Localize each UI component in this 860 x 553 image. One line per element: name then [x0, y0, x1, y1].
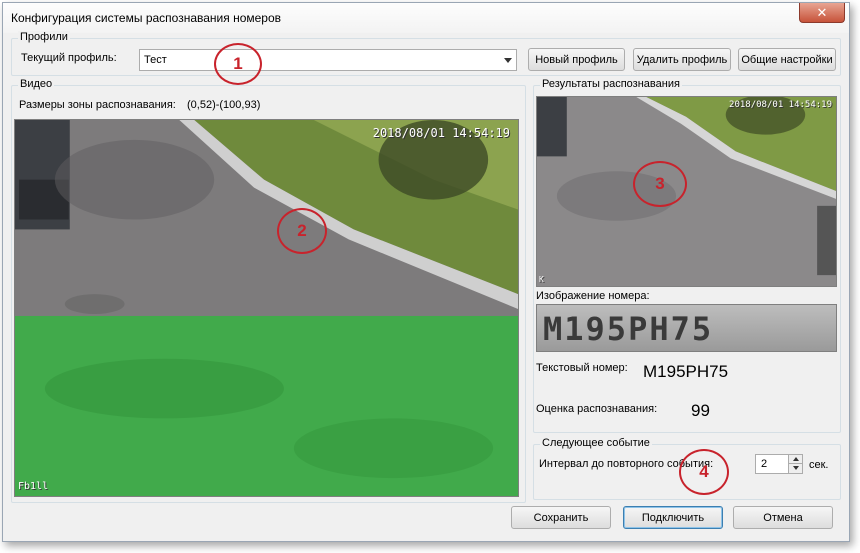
- video-corner-text: Fb1ll: [18, 481, 49, 492]
- plate-image: M195PH75: [536, 304, 837, 352]
- recognition-score-label: Оценка распознавания:: [536, 403, 658, 415]
- result-snapshot: 2018/08/01 14:54:19 K: [536, 96, 837, 287]
- close-icon: ✕: [816, 4, 828, 20]
- annotation-circle-3: 3: [633, 161, 687, 207]
- current-profile-combo[interactable]: Тест: [139, 49, 517, 71]
- annotation-circle-2: 2: [277, 208, 327, 254]
- video-preview[interactable]: 2018/08/01 14:54:19 Fb1ll: [14, 119, 519, 497]
- save-button[interactable]: Сохранить: [511, 506, 611, 529]
- current-profile-label: Текущий профиль:: [21, 52, 117, 64]
- video-group-title: Видео: [18, 78, 55, 90]
- current-profile-value: Тест: [144, 54, 167, 66]
- interval-unit: сек.: [809, 459, 829, 471]
- result-timestamp: 2018/08/01 14:54:19: [729, 100, 832, 110]
- window-title: Конфигурация системы распознавания номер…: [11, 11, 282, 25]
- interval-stepper[interactable]: 2: [755, 454, 803, 474]
- connect-button[interactable]: Подключить: [623, 506, 723, 529]
- annotation-circle-1: 1: [214, 43, 262, 85]
- stepper-up-icon[interactable]: [788, 455, 802, 464]
- result-snapshot-image: [537, 97, 836, 286]
- zone-size-label: Размеры зоны распознавания:: [19, 99, 176, 111]
- results-group-title: Результаты распознавания: [540, 78, 682, 90]
- general-settings-button[interactable]: Общие настройки: [738, 48, 836, 71]
- plate-image-label: Изображение номера:: [536, 290, 650, 302]
- recognition-score-value: 99: [691, 401, 710, 420]
- result-corner-text: K: [539, 275, 544, 284]
- next-event-group-title: Следующее событие: [540, 437, 652, 449]
- chevron-down-icon: [504, 58, 512, 63]
- close-button[interactable]: ✕: [799, 3, 845, 23]
- text-number-value: M195PH75: [643, 362, 729, 381]
- title-bar[interactable]: Конфигурация системы распознавания номер…: [3, 3, 849, 33]
- text-number-label: Текстовый номер:: [536, 362, 628, 374]
- new-profile-button[interactable]: Новый профиль: [528, 48, 625, 71]
- config-window: Конфигурация системы распознавания номер…: [2, 2, 850, 542]
- interval-value: 2: [761, 458, 768, 470]
- street-scene-image: [15, 120, 518, 496]
- cancel-button[interactable]: Отмена: [733, 506, 833, 529]
- profiles-group-title: Профили: [18, 31, 70, 43]
- delete-profile-button[interactable]: Удалить профиль: [633, 48, 731, 71]
- video-timestamp: 2018/08/01 14:54:19: [372, 126, 510, 140]
- annotation-circle-4: 4: [679, 449, 729, 495]
- stepper-down-icon[interactable]: [788, 464, 802, 473]
- zone-size-value: (0,52)-(100,93): [187, 99, 261, 111]
- plate-image-text: M195PH75: [543, 310, 714, 348]
